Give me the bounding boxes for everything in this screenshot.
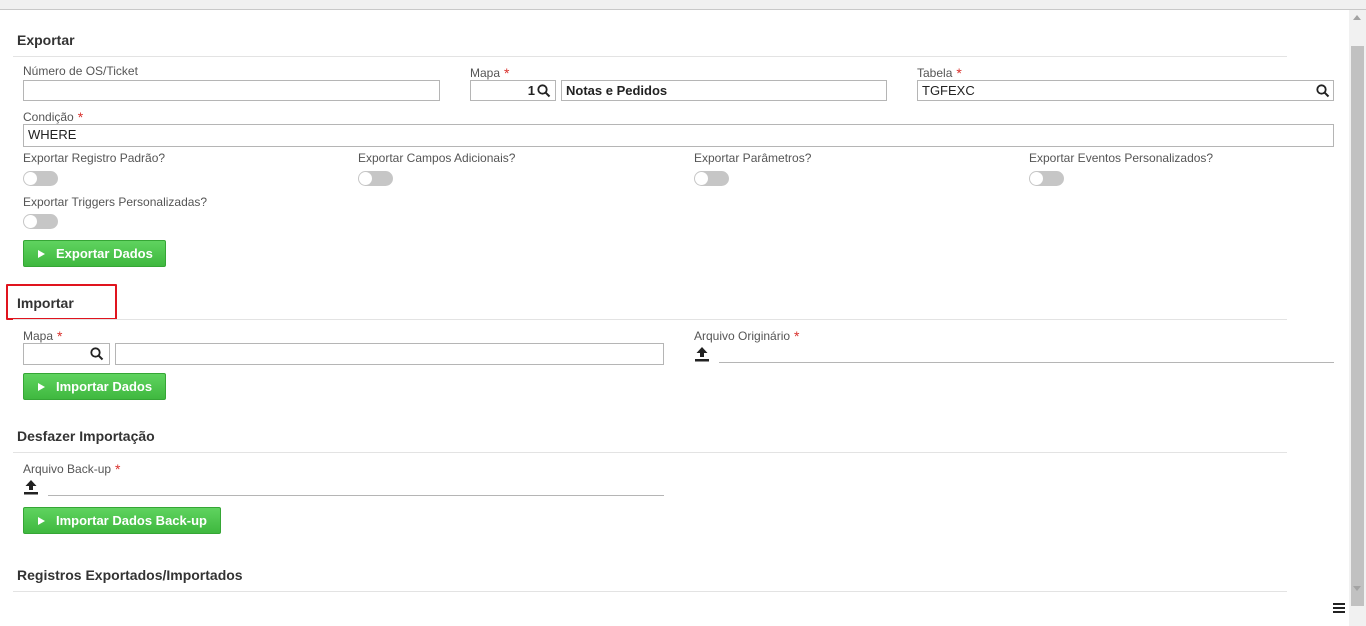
scroll-up-icon[interactable]	[1353, 15, 1361, 20]
arquivo-backup-field[interactable]	[48, 495, 664, 496]
mapa-label: Mapa *	[470, 65, 510, 81]
search-icon[interactable]	[1316, 84, 1330, 98]
toggle-eventos[interactable]	[1029, 171, 1064, 186]
toggle-label-eventos: Exportar Eventos Personalizados?	[1029, 151, 1214, 165]
mapa-name-field: Notas e Pedidos	[561, 80, 887, 101]
section-title-registros: Registros Exportados/Importados	[17, 567, 243, 583]
vertical-scrollbar[interactable]	[1349, 10, 1366, 626]
divider	[13, 591, 1287, 592]
exportar-dados-label: Exportar Dados	[56, 246, 153, 261]
search-icon[interactable]	[537, 84, 551, 98]
importar-mapa-label: Mapa *	[23, 328, 63, 344]
numero-os-label: Número de OS/Ticket	[23, 64, 138, 78]
arquivo-originario-field[interactable]	[719, 362, 1334, 363]
play-icon	[38, 249, 45, 258]
section-title-exportar: Exportar	[17, 32, 75, 48]
toggle-triggers[interactable]	[23, 214, 58, 229]
section-title-desfazer: Desfazer Importação	[17, 428, 155, 444]
tabela-label: Tabela *	[917, 65, 962, 81]
arquivo-backup-label: Arquivo Back-up *	[23, 461, 121, 477]
importar-dados-backup-button[interactable]: Importar Dados Back-up	[23, 507, 221, 534]
importar-dados-button[interactable]: Importar Dados	[23, 373, 166, 400]
divider	[13, 56, 1287, 57]
search-icon[interactable]	[90, 347, 104, 361]
toggle-parametros[interactable]	[694, 171, 729, 186]
arquivo-originario-label: Arquivo Originário *	[694, 328, 800, 344]
importar-mapa-name-field	[115, 343, 664, 365]
scroll-down-icon[interactable]	[1353, 586, 1361, 591]
divider	[13, 319, 1287, 320]
toggle-registro-padrao[interactable]	[23, 171, 58, 186]
exportar-dados-button[interactable]: Exportar Dados	[23, 240, 166, 267]
highlight-box	[6, 284, 117, 320]
divider	[13, 452, 1287, 453]
condicao-input[interactable]: WHERE	[23, 124, 1334, 147]
tabela-input[interactable]: TGFEXC	[917, 80, 1334, 101]
importar-dados-label: Importar Dados	[56, 379, 153, 394]
toggle-campos-adicionais[interactable]	[358, 171, 393, 186]
condicao-label: Condição *	[23, 109, 84, 125]
toggle-label-registro-padrao: Exportar Registro Padrão?	[23, 151, 166, 165]
importar-dados-backup-label: Importar Dados Back-up	[56, 513, 207, 528]
toggle-label-campos-adicionais: Exportar Campos Adicionais?	[358, 151, 516, 165]
scroll-thumb[interactable]	[1351, 46, 1364, 606]
toggle-label-parametros: Exportar Parâmetros?	[694, 151, 812, 165]
play-icon	[38, 516, 45, 525]
upload-icon[interactable]	[23, 479, 39, 495]
top-bar	[0, 0, 1366, 10]
upload-icon[interactable]	[694, 346, 710, 362]
menu-icon[interactable]	[1333, 603, 1345, 613]
play-icon	[38, 382, 45, 391]
numero-os-input[interactable]	[23, 80, 440, 101]
toggle-label-triggers: Exportar Triggers Personalizadas?	[23, 195, 208, 209]
